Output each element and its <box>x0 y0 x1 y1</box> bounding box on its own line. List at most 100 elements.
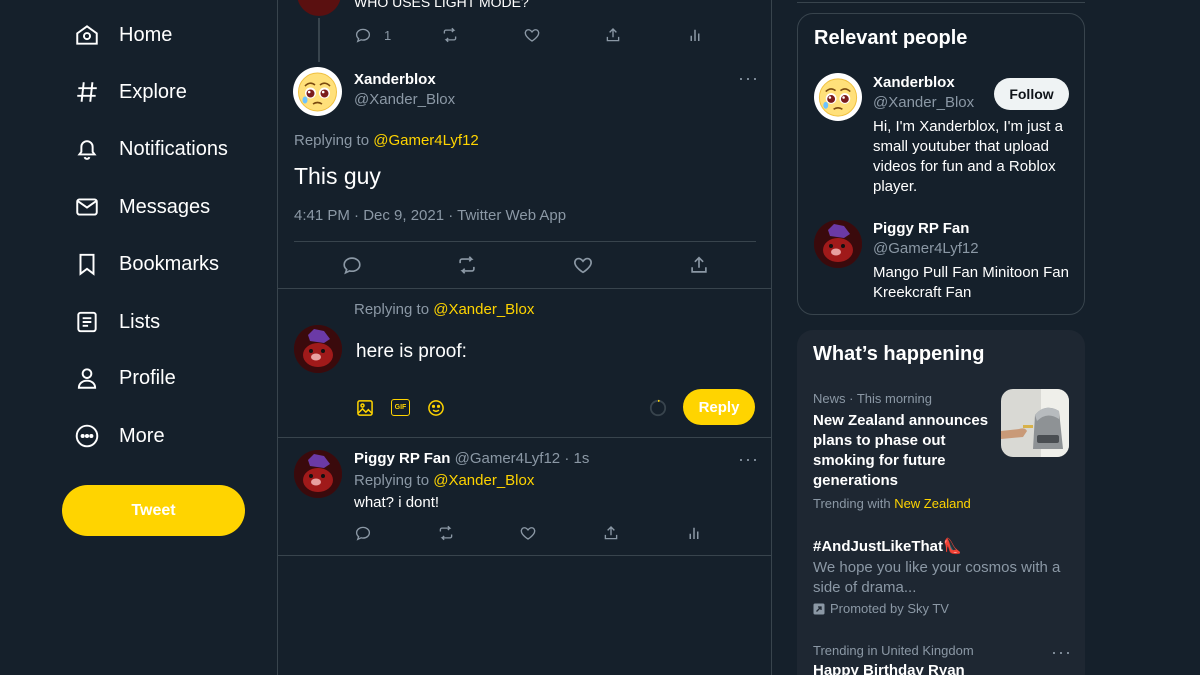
tweet-meta[interactable]: 4:41 PM · Dec 9, 2021 · Twitter Web App <box>294 207 566 224</box>
person-name[interactable]: Piggy RP Fan <box>873 220 969 237</box>
gif-icon[interactable]: GIF <box>391 399 410 416</box>
promoted-icon <box>813 603 825 614</box>
reply-icon[interactable] <box>341 254 363 276</box>
focused-tweet: Xanderblox @Xander_Blox ··· Replying to … <box>278 55 773 288</box>
promoted-by: Promoted by Sky TV <box>830 601 949 616</box>
avatar[interactable] <box>814 220 862 268</box>
author-name[interactable]: Xanderblox <box>354 71 436 88</box>
nav-item-lists[interactable]: Lists <box>74 302 160 342</box>
nav-item-explore[interactable]: Explore <box>74 72 187 112</box>
panel-title: Relevant people <box>814 27 968 49</box>
replying-to-line: Replying to @Gamer4Lyf12 <box>294 132 479 149</box>
reply-draft-input[interactable]: here is proof: <box>356 341 467 363</box>
promoted-trend-item[interactable]: #AndJustLikeThat👠 We hope you like your … <box>797 525 1085 625</box>
nav-item-profile[interactable]: Profile <box>74 358 176 398</box>
news-thumbnail-image <box>1001 389 1069 457</box>
like-icon[interactable] <box>572 254 594 276</box>
share-icon[interactable] <box>604 26 622 44</box>
reply-icon[interactable] <box>354 524 372 542</box>
piggy-avatar <box>294 325 342 373</box>
divider <box>294 241 756 242</box>
like-icon[interactable] <box>519 524 537 542</box>
previous-tweet[interactable]: WHO USES LIGHT MODE? 1 <box>278 0 773 62</box>
reply-button[interactable]: Reply <box>683 389 755 425</box>
more-options-icon[interactable]: ··· <box>738 450 759 468</box>
avatar[interactable] <box>814 73 862 121</box>
avatar[interactable] <box>293 67 342 116</box>
avatar[interactable] <box>297 0 341 16</box>
analytics-icon[interactable] <box>685 524 703 542</box>
person-handle[interactable]: @Gamer4Lyf12 <box>873 240 979 257</box>
home-icon <box>76 25 98 45</box>
like-icon[interactable] <box>523 26 541 44</box>
trending-with-link[interactable]: New Zealand <box>894 496 971 511</box>
nav-item-notifications[interactable]: Notifications <box>74 129 228 169</box>
replying-to-line: Replying to @Xander_Blox <box>354 472 534 489</box>
nav-item-label: Lists <box>119 310 161 333</box>
more-options-icon[interactable]: ··· <box>1051 643 1072 661</box>
person-handle[interactable]: @Xander_Blox <box>873 94 974 111</box>
promoted-line: Promoted by Sky TV <box>813 601 949 616</box>
nav-item-home[interactable]: Home <box>74 15 172 55</box>
list-icon <box>77 311 97 333</box>
author-name[interactable]: Piggy RP Fan <box>354 450 450 467</box>
pleading-face-avatar <box>818 78 858 117</box>
nav-item-label: Messages <box>119 195 211 218</box>
trend-description: We hope you like your cosmos with a side… <box>813 559 1061 596</box>
more-options-icon[interactable]: ··· <box>738 69 759 87</box>
replying-to-link[interactable]: @Gamer4Lyf12 <box>373 132 479 149</box>
reply-tweet[interactable]: Piggy RP Fan @Gamer4Lyf12 · 1s ··· Reply… <box>278 438 773 555</box>
piggy-avatar <box>294 450 342 498</box>
person-bio: Mango Pull Fan Minitoon Fan Kreekcraft F… <box>873 264 1069 301</box>
nav-item-messages[interactable]: Messages <box>74 187 210 227</box>
reply-composer: Replying to @Xander_Blox here is proof: … <box>278 289 773 437</box>
trend-footer: Trending with New Zealand <box>813 496 971 511</box>
analytics-icon[interactable] <box>686 26 704 44</box>
replying-to-link[interactable]: @Xander_Blox <box>433 472 534 489</box>
divider <box>278 555 771 556</box>
author-handle[interactable]: @Gamer4Lyf12 <box>455 450 561 467</box>
retweet-icon[interactable] <box>441 26 459 44</box>
nav-item-more[interactable]: More <box>74 416 165 456</box>
tweet-time[interactable]: · 1s <box>564 450 589 467</box>
news-thumbnail <box>1001 389 1069 457</box>
author-handle[interactable]: @Xander_Blox <box>354 91 455 108</box>
trend-item[interactable]: Trending in United Kingdom ··· Happy Bir… <box>797 635 1085 675</box>
emoji-icon[interactable] <box>426 398 446 418</box>
tweet-text: WHO USES LIGHT MODE? <box>354 0 529 10</box>
follow-button[interactable]: Follow <box>994 78 1069 110</box>
replying-to-prefix: Replying to <box>354 301 430 318</box>
retweet-icon[interactable] <box>456 254 478 276</box>
replying-to-line: Replying to @Xander_Blox <box>354 301 534 318</box>
person-name[interactable]: Xanderblox <box>873 74 955 91</box>
nav-item-label: Notifications <box>119 137 228 160</box>
replying-to-link[interactable]: @Xander_Blox <box>433 301 534 318</box>
whats-happening-panel: What’s happening News · This morning New… <box>797 330 1085 675</box>
trend-headline: Happy Birthday Ryan <box>813 662 965 675</box>
person-icon <box>77 368 97 389</box>
tweet-header: Piggy RP Fan @Gamer4Lyf12 · 1s <box>354 450 589 467</box>
image-icon[interactable] <box>355 398 375 418</box>
nav-item-label: Home <box>119 23 173 46</box>
retweet-icon[interactable] <box>437 524 455 542</box>
trend-headline: #AndJustLikeThat👠 <box>813 538 962 555</box>
share-icon[interactable] <box>602 524 620 542</box>
avatar[interactable] <box>294 325 342 373</box>
avatar[interactable] <box>294 450 342 498</box>
trend-context: Trending in United Kingdom <box>813 643 974 658</box>
piggy-avatar <box>814 220 862 268</box>
trend-item[interactable]: News · This morning New Zealand announce… <box>797 382 1085 517</box>
gif-label: GIF <box>394 404 407 411</box>
nav-item-bookmarks[interactable]: Bookmarks <box>74 244 219 284</box>
replying-to-prefix: Replying to <box>354 472 430 489</box>
nav-item-label: Explore <box>119 80 187 103</box>
share-icon[interactable] <box>688 254 710 276</box>
tweet-button[interactable]: Tweet <box>62 485 245 536</box>
pleading-face-avatar <box>298 72 337 112</box>
envelope-icon <box>76 198 98 216</box>
reply-icon <box>355 28 371 43</box>
person-bio: Hi, I'm Xanderblox, I'm just a small you… <box>873 118 1063 195</box>
nav-item-label: Profile <box>119 366 176 389</box>
primary-nav: Home Explore Notifications Messages Book… <box>0 0 278 675</box>
reply-action[interactable]: 1 <box>354 26 391 44</box>
